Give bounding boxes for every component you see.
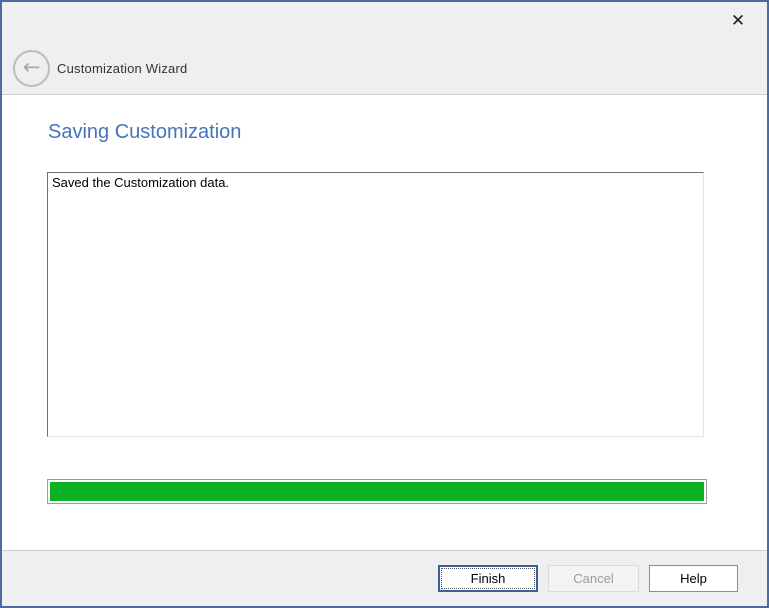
back-button[interactable]: ← <box>13 50 50 87</box>
page-title: Saving Customization <box>48 121 241 144</box>
wizard-header: ← Customization Wizard <box>2 2 767 95</box>
wizard-window: ← Customization Wizard ✕ Saving Customiz… <box>0 0 769 608</box>
wizard-title: Customization Wizard <box>57 61 187 76</box>
close-icon: ✕ <box>731 13 745 30</box>
log-line: Saved the Customization data. <box>52 175 699 190</box>
help-button[interactable]: Help <box>649 565 738 592</box>
close-button[interactable]: ✕ <box>723 6 753 36</box>
progress-bar <box>47 479 707 504</box>
footer-button-bar: Finish Cancel Help <box>2 550 767 606</box>
finish-button[interactable]: Finish <box>438 565 538 592</box>
cancel-button[interactable]: Cancel <box>548 565 639 592</box>
progress-fill <box>50 482 704 501</box>
log-listbox[interactable]: Saved the Customization data. <box>47 172 704 437</box>
back-arrow-icon: ← <box>23 57 41 78</box>
